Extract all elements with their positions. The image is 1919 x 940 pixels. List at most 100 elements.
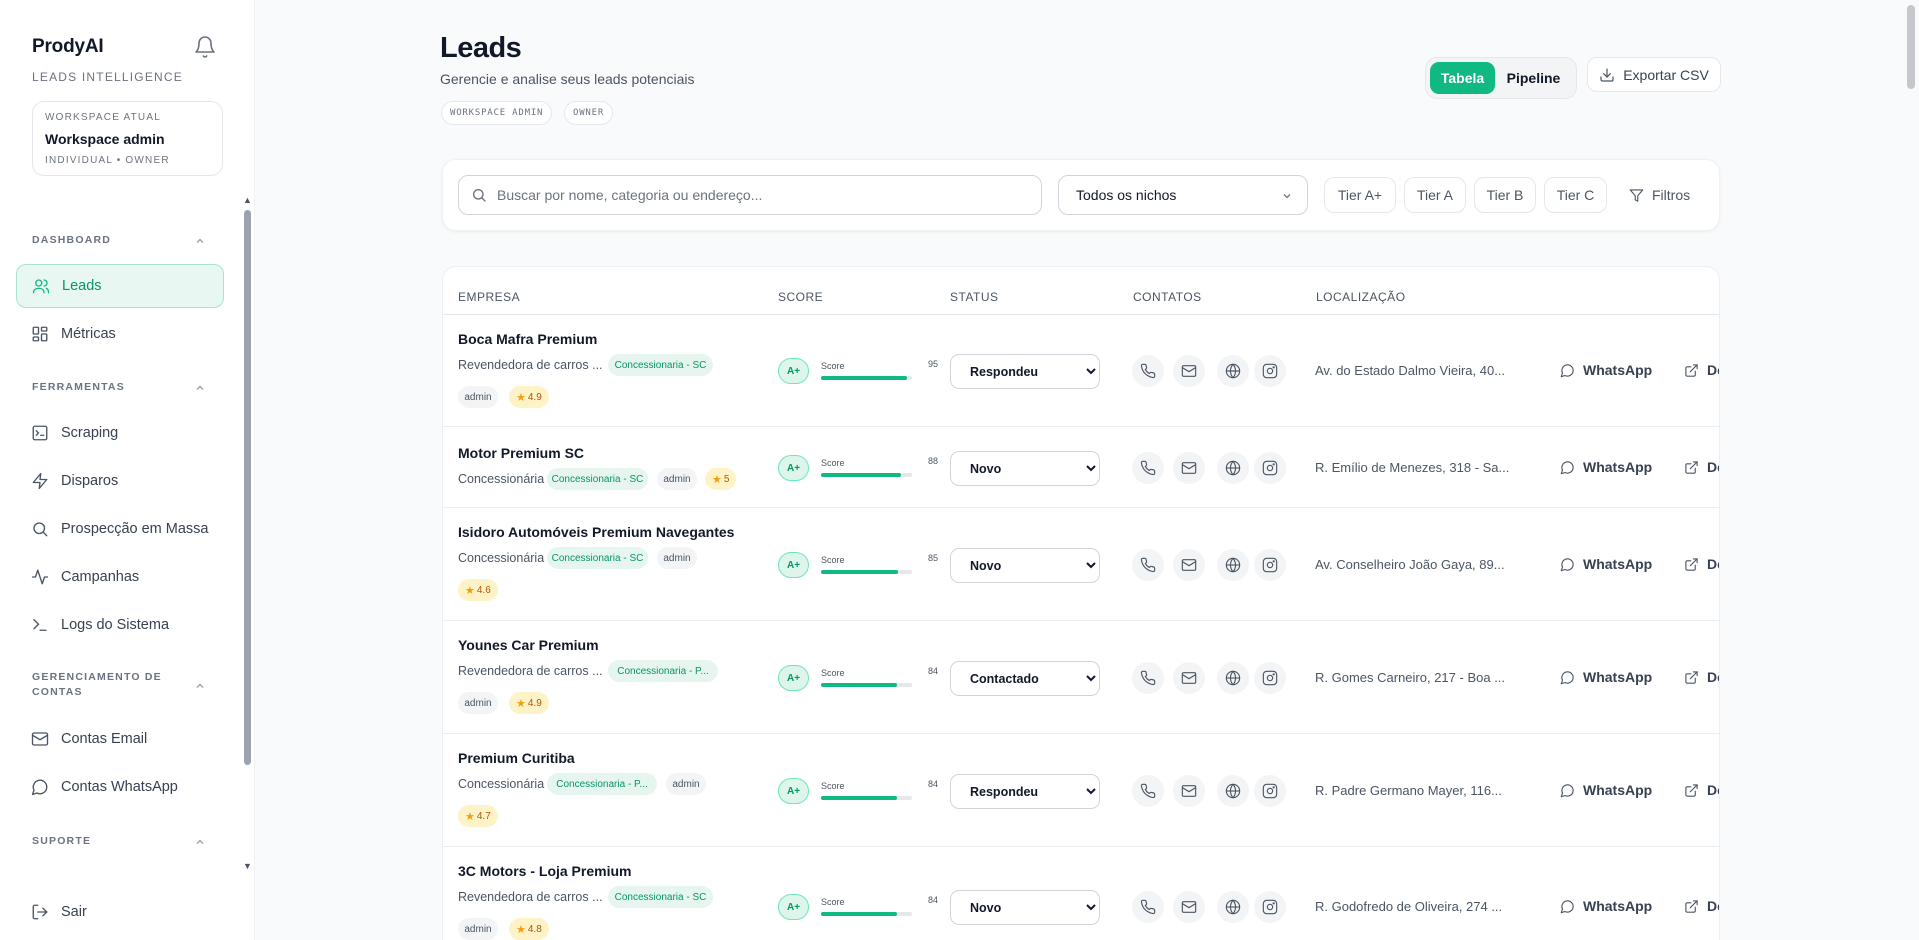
location-text: R. Padre Germano Mayer, 116...	[1315, 783, 1502, 798]
company-name[interactable]: Isidoro Automóveis Premium Navegantes	[458, 524, 734, 540]
details-link[interactable]: De	[1684, 556, 1719, 572]
bell-icon[interactable]	[193, 35, 217, 59]
page-scrollbar[interactable]	[1907, 5, 1915, 89]
status-select[interactable]: NovoContactadoRespondeu	[950, 774, 1100, 809]
status-select[interactable]: NovoContactadoRespondeu	[950, 890, 1100, 925]
tab-pipeline[interactable]: Pipeline	[1495, 62, 1572, 94]
details-link[interactable]: De	[1684, 898, 1719, 914]
phone-icon[interactable]	[1132, 662, 1164, 694]
section-dashboard[interactable]: DASHBOARD	[32, 233, 182, 248]
tier-a-plus-button[interactable]: Tier A+	[1324, 177, 1396, 213]
workspace-card[interactable]: WORKSPACE ATUAL Workspace admin INDIVIDU…	[32, 101, 223, 176]
sidebar-item-contas-whatsapp[interactable]: Contas WhatsApp	[16, 765, 224, 809]
section-suporte[interactable]: SUPORTE	[32, 834, 182, 849]
column-header-score[interactable]: SCORE	[778, 290, 823, 304]
external-link-icon	[1684, 670, 1699, 685]
status-select[interactable]: NovoContactadoRespondeu	[950, 661, 1100, 696]
whatsapp-label: WhatsApp	[1583, 898, 1653, 914]
globe-icon[interactable]	[1217, 549, 1249, 581]
filtros-button[interactable]: Filtros	[1629, 177, 1690, 213]
export-csv-button[interactable]: Exportar CSV	[1587, 57, 1721, 92]
mail-icon[interactable]	[1173, 549, 1205, 581]
instagram-icon[interactable]	[1254, 549, 1286, 581]
globe-icon[interactable]	[1217, 891, 1249, 923]
score-value: 95	[927, 359, 938, 369]
section-ferramentas[interactable]: FERRAMENTAS	[32, 380, 182, 395]
chevron-up-icon[interactable]	[194, 234, 206, 246]
company-name[interactable]: Premium Curitiba	[458, 750, 575, 766]
sidebar-item-disparos[interactable]: Disparos	[16, 459, 224, 503]
status-select[interactable]: NovoContactadoRespondeu	[950, 354, 1100, 389]
globe-icon[interactable]	[1217, 355, 1249, 387]
sidebar-scroll-down-icon[interactable]: ▼	[243, 862, 252, 871]
company-name[interactable]: Boca Mafra Premium	[458, 331, 597, 347]
status-select[interactable]: NovoContactadoRespondeu	[950, 451, 1100, 486]
whatsapp-link[interactable]: WhatsApp	[1560, 459, 1652, 475]
tier-b-button[interactable]: Tier B	[1474, 177, 1536, 213]
mail-icon[interactable]	[1173, 452, 1205, 484]
globe-icon[interactable]	[1217, 662, 1249, 694]
column-header-status[interactable]: STATUS	[950, 290, 999, 304]
instagram-icon[interactable]	[1254, 452, 1286, 484]
instagram-icon[interactable]	[1254, 662, 1286, 694]
company-name[interactable]: Younes Car Premium	[458, 637, 599, 653]
sidebar-item-metricas[interactable]: Métricas	[16, 312, 224, 356]
whatsapp-link[interactable]: WhatsApp	[1560, 556, 1652, 572]
sidebar-item-sair[interactable]: Sair	[16, 890, 224, 934]
details-link[interactable]: De	[1684, 669, 1719, 685]
company-category: Concessionária	[458, 472, 545, 486]
mail-icon[interactable]	[1173, 355, 1205, 387]
chevron-up-icon[interactable]	[194, 835, 206, 847]
company-name[interactable]: 3C Motors - Loja Premium	[458, 863, 631, 879]
globe-icon[interactable]	[1217, 775, 1249, 807]
details-link[interactable]: De	[1684, 782, 1719, 798]
search-input[interactable]	[497, 187, 1017, 203]
phone-icon[interactable]	[1132, 452, 1164, 484]
sidebar-item-campanhas[interactable]: Campanhas	[16, 555, 224, 599]
star-icon: ★	[465, 584, 475, 597]
search-box[interactable]	[458, 175, 1042, 215]
section-contas[interactable]: GERENCIAMENTO DE CONTAS	[32, 670, 182, 700]
column-header-empresa[interactable]: EMPRESA	[458, 290, 520, 304]
column-header-localizacao[interactable]: LOCALIZAÇÃO	[1316, 290, 1406, 304]
phone-icon[interactable]	[1132, 355, 1164, 387]
whatsapp-link[interactable]: WhatsApp	[1560, 782, 1652, 798]
sidebar-scrollbar[interactable]	[244, 210, 251, 765]
mail-icon[interactable]	[1173, 775, 1205, 807]
status-select[interactable]: NovoContactadoRespondeu	[950, 548, 1100, 583]
sidebar-item-prospeccao[interactable]: Prospecção em Massa	[16, 507, 224, 551]
sidebar-item-leads[interactable]: Leads	[16, 264, 224, 308]
sidebar-scroll-up-icon[interactable]: ▲	[243, 196, 252, 205]
chevron-up-icon[interactable]	[194, 679, 206, 691]
mail-icon[interactable]	[1173, 891, 1205, 923]
company-name[interactable]: Motor Premium SC	[458, 445, 584, 461]
whatsapp-link[interactable]: WhatsApp	[1560, 898, 1652, 914]
details-link[interactable]: De	[1684, 362, 1719, 378]
instagram-icon[interactable]	[1254, 355, 1286, 387]
phone-icon[interactable]	[1132, 549, 1164, 581]
whatsapp-link[interactable]: WhatsApp	[1560, 669, 1652, 685]
sidebar-item-logs[interactable]: Logs do Sistema	[16, 603, 224, 647]
sidebar-item-scraping[interactable]: Scraping	[16, 411, 224, 455]
phone-icon[interactable]	[1132, 775, 1164, 807]
mail-icon[interactable]	[1173, 662, 1205, 694]
column-header-contatos[interactable]: CONTATOS	[1133, 290, 1202, 304]
phone-icon[interactable]	[1132, 891, 1164, 923]
details-label: De	[1707, 669, 1719, 685]
instagram-icon[interactable]	[1254, 891, 1286, 923]
brand-logo[interactable]: ProdyAI	[32, 36, 104, 58]
tab-tabela[interactable]: Tabela	[1430, 62, 1495, 94]
terminal-square-icon	[31, 424, 49, 442]
tier-a-button[interactable]: Tier A	[1404, 177, 1466, 213]
nicho-select[interactable]: Todos os nichos	[1058, 175, 1308, 215]
owner-badge: admin	[657, 547, 697, 569]
chevron-up-icon[interactable]	[194, 381, 206, 393]
external-link-icon	[1684, 460, 1699, 475]
whatsapp-link[interactable]: WhatsApp	[1560, 362, 1652, 378]
instagram-icon[interactable]	[1254, 775, 1286, 807]
tier-c-button[interactable]: Tier C	[1544, 177, 1607, 213]
sidebar-item-contas-email[interactable]: Contas Email	[16, 717, 224, 761]
globe-icon[interactable]	[1217, 452, 1249, 484]
details-link[interactable]: De	[1684, 459, 1719, 475]
score-value: 84	[927, 666, 938, 676]
